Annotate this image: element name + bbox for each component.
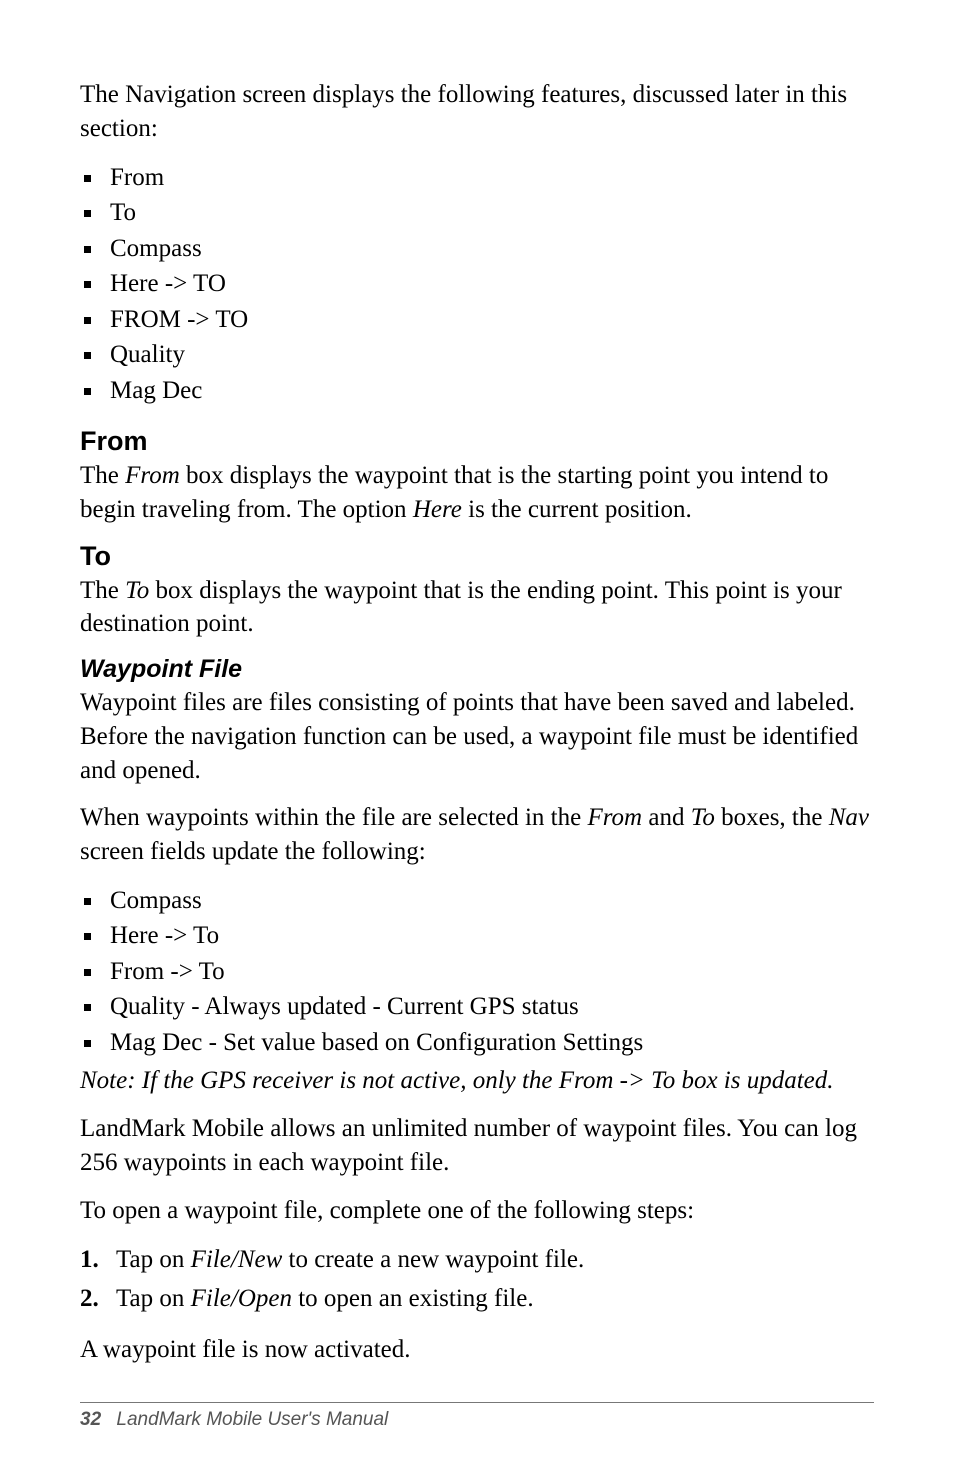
text: The bbox=[80, 462, 125, 489]
waypoint-para1: Waypoint files are files consisting of p… bbox=[80, 686, 874, 787]
list-item: To bbox=[80, 195, 874, 231]
list-item: Compass bbox=[80, 883, 874, 919]
text: box displays the waypoint that is the en… bbox=[80, 577, 842, 638]
text: The bbox=[80, 577, 125, 604]
list-item: From -> To bbox=[80, 954, 874, 990]
text: and bbox=[642, 804, 691, 831]
footer-rule bbox=[80, 1402, 874, 1403]
to-heading: To bbox=[80, 541, 874, 572]
list-item: Compass bbox=[80, 231, 874, 267]
from-heading: From bbox=[80, 426, 874, 457]
text: to open an existing file. bbox=[292, 1285, 534, 1312]
list-item: Mag Dec - Set value based on Configurati… bbox=[80, 1025, 874, 1061]
italic-text: Here bbox=[413, 496, 462, 523]
list-item: Here -> To bbox=[80, 918, 874, 954]
waypoint-para5: A waypoint file is now activated. bbox=[80, 1333, 874, 1367]
step-item: 1. Tap on File/New to create a new waypo… bbox=[80, 1241, 874, 1280]
list-item: Mag Dec bbox=[80, 373, 874, 409]
intro-paragraph: The Navigation screen displays the follo… bbox=[80, 78, 874, 146]
text: is the current position. bbox=[462, 496, 692, 523]
waypoint-note: Note: If the GPS receiver is not active,… bbox=[80, 1064, 874, 1098]
footer: 32 LandMark Mobile User's Manual bbox=[80, 1409, 388, 1431]
text: Tap on bbox=[116, 1285, 191, 1312]
italic-text: From bbox=[587, 804, 642, 831]
nav-update-list: Compass Here -> To From -> To Quality - … bbox=[80, 883, 874, 1061]
to-body: The To box displays the waypoint that is… bbox=[80, 574, 874, 642]
feature-list: From To Compass Here -> TO FROM -> TO Qu… bbox=[80, 160, 874, 409]
footer-title: LandMark Mobile User's Manual bbox=[116, 1409, 388, 1430]
waypoint-para3: LandMark Mobile allows an unlimited numb… bbox=[80, 1112, 874, 1180]
list-item: Here -> TO bbox=[80, 266, 874, 302]
text: Tap on bbox=[116, 1246, 191, 1273]
steps-list: 1. Tap on File/New to create a new waypo… bbox=[80, 1241, 874, 1319]
from-body: The From box displays the waypoint that … bbox=[80, 459, 874, 527]
text: screen fields update the following: bbox=[80, 838, 426, 865]
text: When waypoints within the file are selec… bbox=[80, 804, 587, 831]
italic-text: Nav bbox=[829, 804, 869, 831]
step-number: 2. bbox=[80, 1280, 99, 1319]
list-item: Quality - Always updated - Current GPS s… bbox=[80, 989, 874, 1025]
page-number: 32 bbox=[80, 1409, 101, 1430]
text: boxes, the bbox=[715, 804, 829, 831]
step-item: 2. Tap on File/Open to open an existing … bbox=[80, 1280, 874, 1319]
italic-text: To bbox=[125, 577, 149, 604]
step-number: 1. bbox=[80, 1241, 99, 1280]
italic-text: File/New bbox=[191, 1246, 283, 1273]
list-item: FROM -> TO bbox=[80, 302, 874, 338]
waypoint-para4: To open a waypoint file, complete one of… bbox=[80, 1194, 874, 1228]
italic-text: File/Open bbox=[191, 1285, 292, 1312]
waypoint-para2: When waypoints within the file are selec… bbox=[80, 801, 874, 869]
list-item: From bbox=[80, 160, 874, 196]
list-item: Quality bbox=[80, 337, 874, 373]
italic-text: From bbox=[125, 462, 180, 489]
text: to create a new waypoint file. bbox=[282, 1246, 584, 1273]
waypoint-file-heading: Waypoint File bbox=[80, 655, 874, 684]
italic-text: To bbox=[691, 804, 715, 831]
